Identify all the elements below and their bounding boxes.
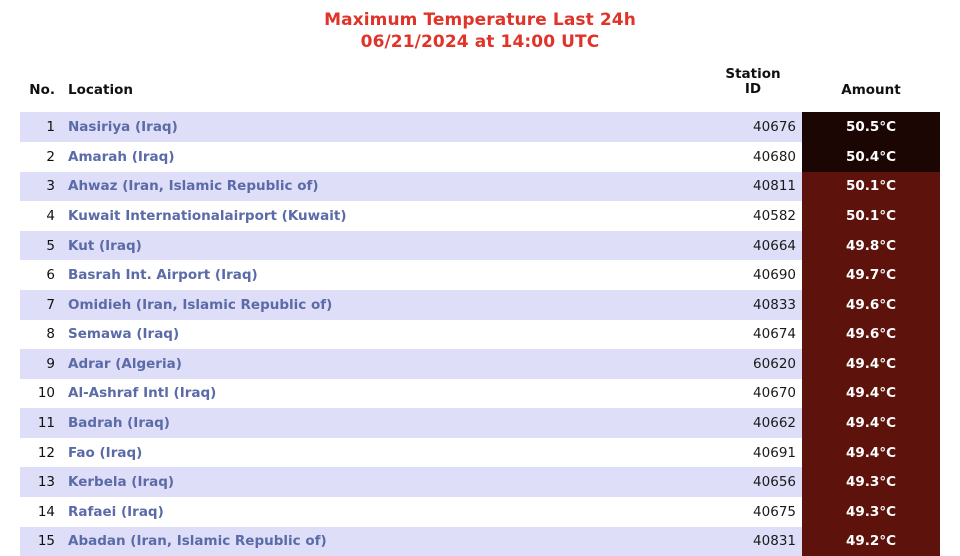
table-row[interactable]: 6Basrah Int. Airport (Iraq)4069049.7°C (20, 260, 940, 290)
column-header-station-id: Station ID (710, 67, 802, 113)
temperature-table: No. Location Station ID Amount 1Nasiriya… (20, 67, 940, 556)
row-location-link[interactable]: Abadan (Iran, Islamic Republic of) (64, 527, 710, 556)
table-row[interactable]: 7Omidieh (Iran, Islamic Republic of)4083… (20, 290, 940, 320)
column-header-station-id-line2: ID (745, 81, 761, 97)
row-station-id: 40656 (710, 467, 802, 497)
row-location-link[interactable]: Basrah Int. Airport (Iraq) (64, 260, 710, 290)
title-line-timestamp: 06/21/2024 at 14:00 UTC (0, 32, 960, 54)
row-location-link[interactable]: Badrah (Iraq) (64, 408, 710, 438)
row-location-link[interactable]: Omidieh (Iran, Islamic Republic of) (64, 290, 710, 320)
table-row[interactable]: 11Badrah (Iraq)4066249.4°C (20, 408, 940, 438)
row-station-id: 40690 (710, 260, 802, 290)
row-amount: 49.4°C (802, 349, 940, 379)
row-rank: 7 (20, 290, 64, 320)
row-location-link[interactable]: Nasiriya (Iraq) (64, 112, 710, 142)
title-line-primary: Maximum Temperature Last 24h (0, 10, 960, 32)
row-amount: 49.4°C (802, 408, 940, 438)
row-station-id: 40691 (710, 438, 802, 468)
table-row[interactable]: 1Nasiriya (Iraq)4067650.5°C (20, 112, 940, 142)
row-location-link[interactable]: Rafaei (Iraq) (64, 497, 710, 527)
row-rank: 8 (20, 320, 64, 350)
row-amount: 49.4°C (802, 438, 940, 468)
table-row[interactable]: 15Abadan (Iran, Islamic Republic of)4083… (20, 527, 940, 556)
row-location-link[interactable]: Kuwait Internationalairport (Kuwait) (64, 201, 710, 231)
row-rank: 13 (20, 467, 64, 497)
page-root: Maximum Temperature Last 24h 06/21/2024 … (0, 0, 960, 546)
row-amount: 49.8°C (802, 231, 940, 261)
row-station-id: 40662 (710, 408, 802, 438)
row-location-link[interactable]: Kut (Iraq) (64, 231, 710, 261)
page-title: Maximum Temperature Last 24h 06/21/2024 … (0, 0, 960, 54)
column-header-station-id-line1: Station (725, 66, 780, 82)
row-rank: 5 (20, 231, 64, 261)
row-rank: 2 (20, 142, 64, 172)
row-station-id: 40811 (710, 172, 802, 202)
row-amount: 50.1°C (802, 201, 940, 231)
row-rank: 12 (20, 438, 64, 468)
row-rank: 11 (20, 408, 64, 438)
row-amount: 49.3°C (802, 467, 940, 497)
column-header-no: No. (20, 67, 64, 113)
row-amount: 49.6°C (802, 320, 940, 350)
row-location-link[interactable]: Fao (Iraq) (64, 438, 710, 468)
table-container: No. Location Station ID Amount 1Nasiriya… (0, 67, 960, 556)
row-station-id: 40674 (710, 320, 802, 350)
row-location-link[interactable]: Ahwaz (Iran, Islamic Republic of) (64, 172, 710, 202)
row-rank: 14 (20, 497, 64, 527)
row-rank: 3 (20, 172, 64, 202)
row-amount: 49.6°C (802, 290, 940, 320)
row-station-id: 40680 (710, 142, 802, 172)
row-station-id: 60620 (710, 349, 802, 379)
row-rank: 15 (20, 527, 64, 556)
row-location-link[interactable]: Adrar (Algeria) (64, 349, 710, 379)
row-station-id: 40664 (710, 231, 802, 261)
row-amount: 49.3°C (802, 497, 940, 527)
row-amount: 50.4°C (802, 142, 940, 172)
table-body: 1Nasiriya (Iraq)4067650.5°C2Amarah (Iraq… (20, 112, 940, 556)
row-amount: 49.7°C (802, 260, 940, 290)
table-header: No. Location Station ID Amount (20, 67, 940, 113)
table-row[interactable]: 3Ahwaz (Iran, Islamic Republic of)408115… (20, 172, 940, 202)
table-header-row: No. Location Station ID Amount (20, 67, 940, 113)
row-rank: 10 (20, 379, 64, 409)
column-header-amount: Amount (802, 67, 940, 113)
row-amount: 50.1°C (802, 172, 940, 202)
row-station-id: 40833 (710, 290, 802, 320)
row-amount: 49.2°C (802, 527, 940, 556)
table-row[interactable]: 12Fao (Iraq)4069149.4°C (20, 438, 940, 468)
row-location-link[interactable]: Kerbela (Iraq) (64, 467, 710, 497)
row-amount: 50.5°C (802, 112, 940, 142)
table-row[interactable]: 13Kerbela (Iraq)4065649.3°C (20, 467, 940, 497)
row-rank: 9 (20, 349, 64, 379)
row-station-id: 40675 (710, 497, 802, 527)
row-rank: 1 (20, 112, 64, 142)
row-station-id: 40676 (710, 112, 802, 142)
row-rank: 6 (20, 260, 64, 290)
row-location-link[interactable]: Amarah (Iraq) (64, 142, 710, 172)
table-row[interactable]: 14Rafaei (Iraq)4067549.3°C (20, 497, 940, 527)
row-location-link[interactable]: Al-Ashraf Intl (Iraq) (64, 379, 710, 409)
row-rank: 4 (20, 201, 64, 231)
row-station-id: 40670 (710, 379, 802, 409)
table-row[interactable]: 9Adrar (Algeria)6062049.4°C (20, 349, 940, 379)
table-row[interactable]: 2Amarah (Iraq)4068050.4°C (20, 142, 940, 172)
column-header-location: Location (64, 67, 710, 113)
table-row[interactable]: 10Al-Ashraf Intl (Iraq)4067049.4°C (20, 379, 940, 409)
row-location-link[interactable]: Semawa (Iraq) (64, 320, 710, 350)
row-station-id: 40831 (710, 527, 802, 556)
table-row[interactable]: 4Kuwait Internationalairport (Kuwait)405… (20, 201, 940, 231)
table-row[interactable]: 8Semawa (Iraq)4067449.6°C (20, 320, 940, 350)
table-row[interactable]: 5Kut (Iraq)4066449.8°C (20, 231, 940, 261)
row-amount: 49.4°C (802, 379, 940, 409)
row-station-id: 40582 (710, 201, 802, 231)
